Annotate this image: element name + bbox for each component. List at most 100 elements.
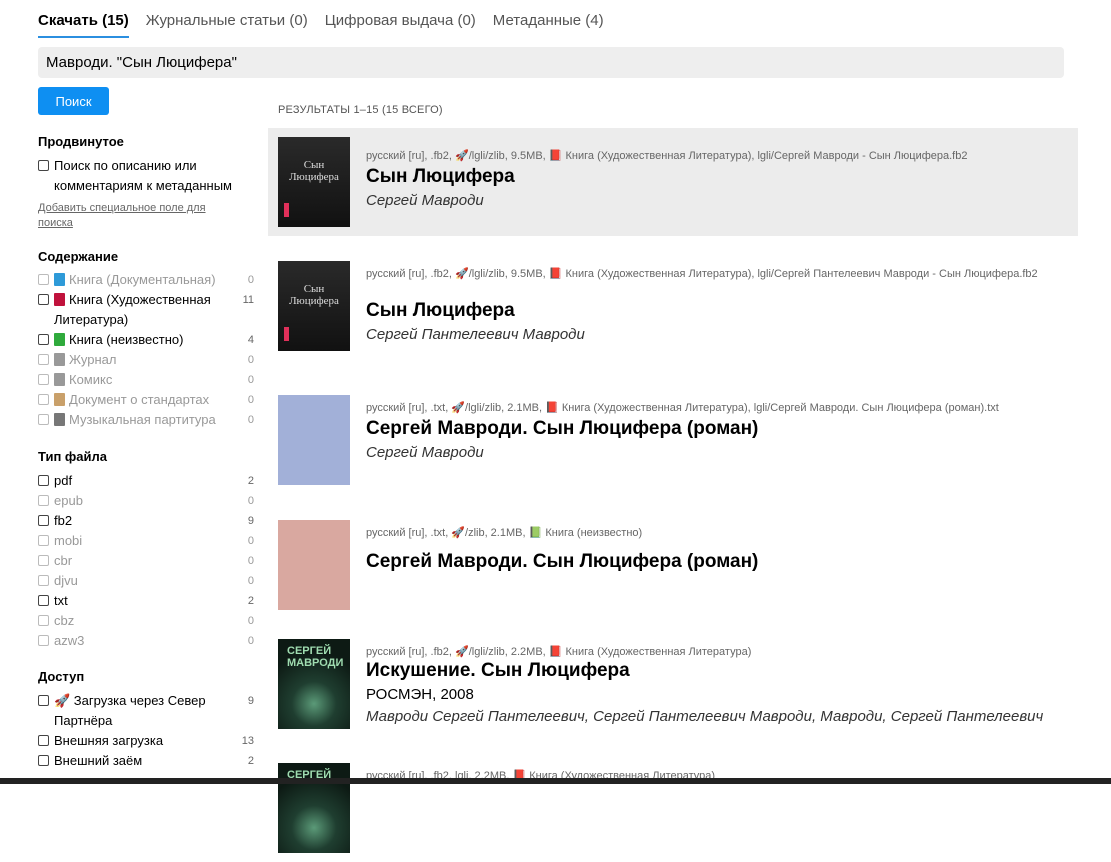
result-author: Мавроди Сергей Пантелеевич, Сергей Панте…: [366, 708, 1044, 725]
filetype-filter-item[interactable]: cbz 0: [38, 611, 254, 631]
book-red-icon: [54, 293, 65, 306]
checkbox[interactable]: [38, 374, 49, 385]
filter-label: Документ о стандартах: [54, 390, 240, 410]
result-meta: русский [ru], .fb2, 🚀/lgli/zlib, 9.5MB, …: [366, 268, 1038, 280]
checkbox[interactable]: [38, 515, 49, 526]
checkbox[interactable]: [38, 334, 49, 345]
checkbox[interactable]: [38, 495, 49, 506]
filter-count: 11: [242, 294, 254, 306]
checkbox[interactable]: [38, 555, 49, 566]
search-result[interactable]: СЕРГЕЙ русский [ru], .fb2, lgli, 2.2MB, 📕…: [268, 754, 1078, 862]
content-filter-item[interactable]: Музыкальная партитура 0: [38, 410, 254, 430]
filter-label: pdf: [54, 473, 73, 488]
tab-download[interactable]: Скачать (15): [38, 10, 129, 38]
filter-label: djvu: [54, 573, 78, 588]
window-bottom-edge: [0, 778, 1111, 784]
checkbox[interactable]: [38, 755, 49, 766]
result-title[interactable]: Сын Люцифера: [366, 166, 515, 188]
book-cover[interactable]: Сын Люцифера: [278, 137, 350, 227]
filter-count: 0: [247, 495, 254, 507]
checkbox[interactable]: [38, 160, 49, 171]
content-filter-item[interactable]: Книга (Документальная) 0: [38, 270, 254, 290]
filetype-filter-item[interactable]: pdf 2: [38, 471, 254, 491]
access-filter-item[interactable]: Внешний заём 2: [38, 751, 254, 771]
tab-journal-articles[interactable]: Журнальные статьи (0): [146, 10, 308, 38]
checkbox[interactable]: [38, 414, 49, 425]
checkbox[interactable]: [38, 475, 49, 486]
search-result[interactable]: Сын Люцифера русский [ru], .fb2, 🚀/lgli/z…: [268, 128, 1078, 236]
content-filter-item[interactable]: Комикс 0: [38, 370, 254, 390]
newspaper-icon: [54, 353, 65, 366]
filter-count: 0: [247, 575, 254, 587]
cover-title: СЕРГЕЙ МАВРОДИ: [287, 645, 344, 669]
filter-label: Музыкальная партитура: [54, 410, 240, 430]
access-filter-item[interactable]: Внешняя загрузка 13: [38, 731, 254, 751]
filetype-filter-item[interactable]: txt 2: [38, 591, 254, 611]
search-result[interactable]: русский [ru], .txt, 🚀/lgli/zlib, 2.1MB, …: [268, 386, 1078, 494]
filter-count: 0: [247, 394, 254, 406]
result-author: Сергей Пантелеевич Мавроди: [366, 326, 585, 343]
result-title[interactable]: Сын Люцифера: [366, 300, 515, 322]
results-count: РЕЗУЛЬТАТЫ 1–15 (15 ВСЕГО): [278, 104, 443, 116]
filter-count: 9: [247, 515, 254, 527]
content-filter-item[interactable]: Книга (Художественная Литература) 11: [38, 290, 254, 330]
filter-label: Книга (неизвестно): [54, 330, 240, 350]
result-title[interactable]: Сергей Мавроди. Сын Люцифера (роман): [366, 418, 758, 440]
desc-search-option[interactable]: Поиск по описанию или комментариям к мет…: [38, 156, 254, 196]
filetype-filter-item[interactable]: cbr 0: [38, 551, 254, 571]
access-title: Доступ: [38, 669, 85, 684]
tab-digital-lending[interactable]: Цифровая выдача (0): [325, 10, 476, 38]
filter-label-text: Журнал: [69, 352, 117, 367]
result-meta: русский [ru], .fb2, 🚀/lgli/zlib, 2.2MB, …: [366, 646, 752, 658]
checkbox[interactable]: [38, 535, 49, 546]
checkbox[interactable]: [38, 635, 49, 646]
filetype-filter-item[interactable]: mobi 0: [38, 531, 254, 551]
filter-count: 9: [247, 695, 254, 707]
checkbox[interactable]: [38, 615, 49, 626]
search-input[interactable]: [38, 47, 1064, 78]
filter-count: 0: [247, 635, 254, 647]
add-search-field-link[interactable]: Добавить специальное поле для поиска: [38, 201, 238, 231]
filter-label-text: Музыкальная партитура: [69, 412, 216, 427]
filter-label-text: Книга (Документальная): [69, 272, 216, 287]
filter-label: epub: [54, 493, 83, 508]
checkbox[interactable]: [38, 294, 49, 305]
search-result[interactable]: русский [ru], .txt, 🚀/zlib, 2.1MB, 📗 Кни…: [268, 511, 1078, 619]
book-cover[interactable]: СЕРГЕЙ МАВРОДИ: [278, 639, 350, 729]
filetype-filter-item[interactable]: epub 0: [38, 491, 254, 511]
filter-label: Книга (Художественная Литература): [54, 290, 240, 330]
book-cover[interactable]: СЕРГЕЙ: [278, 763, 350, 853]
search-result[interactable]: СЕРГЕЙ МАВРОДИ русский [ru], .fb2, 🚀/lgli…: [268, 630, 1078, 738]
filter-count: 2: [247, 595, 254, 607]
filetype-filter-item[interactable]: fb2 9: [38, 511, 254, 531]
result-author: Сергей Мавроди: [366, 192, 484, 209]
checkbox[interactable]: [38, 354, 49, 365]
filetype-filter-item[interactable]: djvu 0: [38, 571, 254, 591]
book-cover[interactable]: Сын Люцифера: [278, 261, 350, 351]
book-cover[interactable]: [278, 520, 350, 610]
filter-count: 0: [247, 555, 254, 567]
filter-count: 0: [247, 274, 254, 286]
result-author: Сергей Мавроди: [366, 444, 484, 461]
filetype-title: Тип файла: [38, 449, 107, 464]
result-title[interactable]: Сергей Мавроди. Сын Люцифера (роман): [366, 551, 758, 573]
content-filter-item[interactable]: Книга (неизвестно) 4: [38, 330, 254, 350]
checkbox[interactable]: [38, 394, 49, 405]
search-result[interactable]: Сын Люцифера русский [ru], .fb2, 🚀/lgli/z…: [268, 252, 1078, 360]
tab-metadata[interactable]: Метаданные (4): [493, 10, 604, 38]
book-cover[interactable]: [278, 395, 350, 485]
checkbox[interactable]: [38, 735, 49, 746]
content-filter-item[interactable]: Журнал 0: [38, 350, 254, 370]
filter-label-text: Книга (неизвестно): [69, 332, 184, 347]
checkbox[interactable]: [38, 575, 49, 586]
content-filter-item[interactable]: Документ о стандартах 0: [38, 390, 254, 410]
checkbox[interactable]: [38, 695, 49, 706]
checkbox[interactable]: [38, 274, 49, 285]
checkbox[interactable]: [38, 595, 49, 606]
search-button[interactable]: Поиск: [38, 87, 109, 115]
cover-title: Сын Люцифера: [289, 159, 339, 183]
filetype-filter-item[interactable]: azw3 0: [38, 631, 254, 651]
result-title[interactable]: Искушение. Сын Люцифера: [366, 660, 630, 682]
music-notes-icon: [54, 413, 65, 426]
access-filter-item[interactable]: 🚀 Загрузка через Север Партнёра 9: [38, 691, 254, 731]
